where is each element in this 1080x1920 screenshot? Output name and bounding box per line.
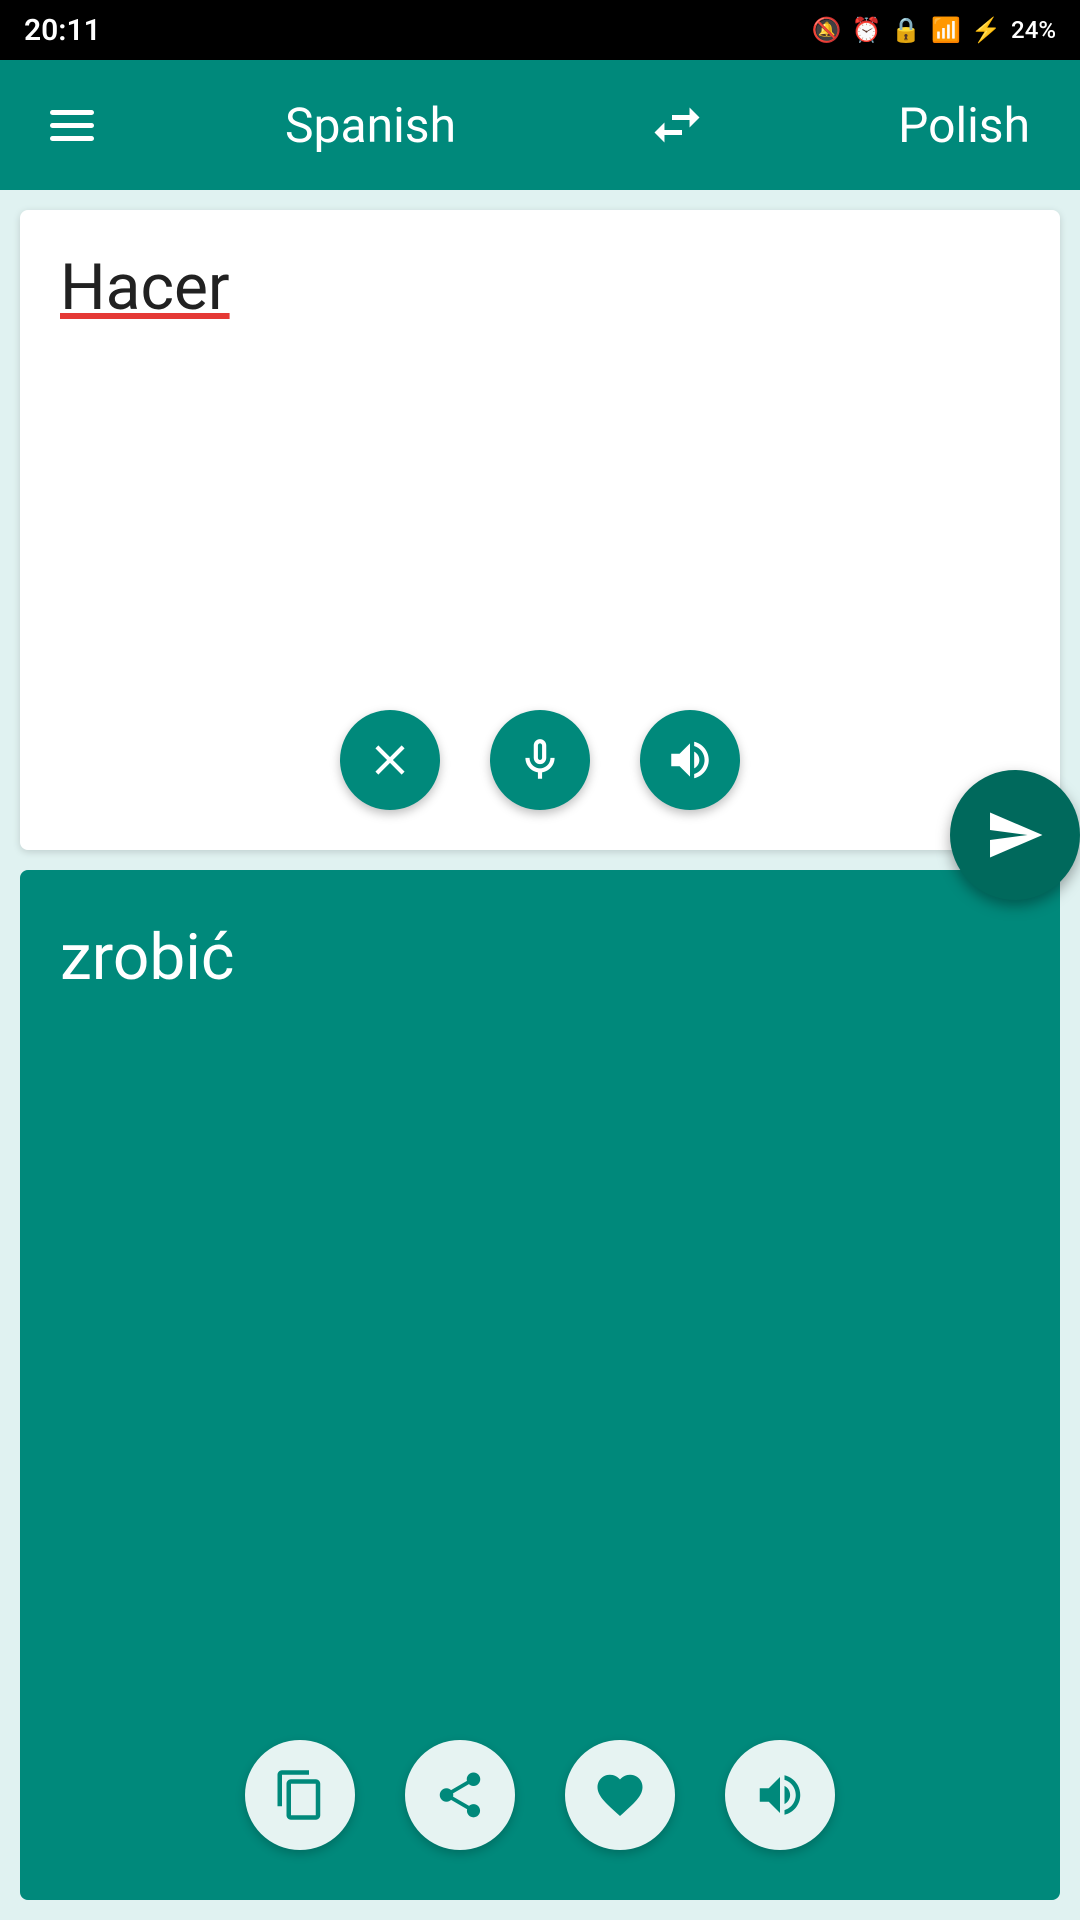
heart-icon [593, 1768, 647, 1822]
swap-languages-button[interactable] [647, 95, 707, 155]
target-language-selector[interactable]: Polish [898, 97, 1030, 154]
share-button[interactable] [405, 1740, 515, 1850]
status-icons: 🔕 ⏰ 🔒 📶 ⚡ 24% [812, 16, 1056, 44]
favorite-button[interactable] [565, 1740, 675, 1850]
microphone-button[interactable] [490, 710, 590, 810]
microphone-icon [515, 735, 565, 785]
translation-panel: zrobić [20, 870, 1060, 1900]
status-time: 20:11 [24, 13, 101, 48]
volume-translation-icon [753, 1768, 807, 1822]
battery-indicator: 24% [1011, 16, 1056, 44]
copy-icon [273, 1768, 327, 1822]
speak-source-button[interactable] [640, 710, 740, 810]
menu-button[interactable] [50, 110, 94, 141]
close-icon [365, 735, 415, 785]
main-content: Hacer [0, 190, 1080, 1920]
source-panel: Hacer [20, 210, 1060, 850]
send-icon [985, 805, 1045, 865]
speak-translation-button[interactable] [725, 1740, 835, 1850]
source-text-display[interactable]: Hacer [20, 210, 1060, 680]
charging-icon: ⚡ [971, 16, 1001, 44]
alarm-icon: ⏰ [851, 16, 881, 44]
translate-button[interactable] [950, 770, 1080, 900]
notification-muted-icon: 🔕 [812, 16, 842, 44]
copy-button[interactable] [245, 1740, 355, 1850]
sync-icon: 🔒 [891, 16, 921, 44]
toolbar: Spanish Polish [0, 60, 1080, 190]
source-action-buttons [20, 680, 1060, 850]
status-bar: 20:11 🔕 ⏰ 🔒 📶 ⚡ 24% [0, 0, 1080, 60]
source-language-selector[interactable]: Spanish [285, 97, 456, 154]
volume-icon [665, 735, 715, 785]
translated-text-display: zrobić [20, 870, 1060, 1015]
translation-action-buttons [20, 1710, 1060, 1900]
share-icon [433, 1768, 487, 1822]
clear-button[interactable] [340, 710, 440, 810]
signal-icon: 📶 [931, 16, 961, 44]
